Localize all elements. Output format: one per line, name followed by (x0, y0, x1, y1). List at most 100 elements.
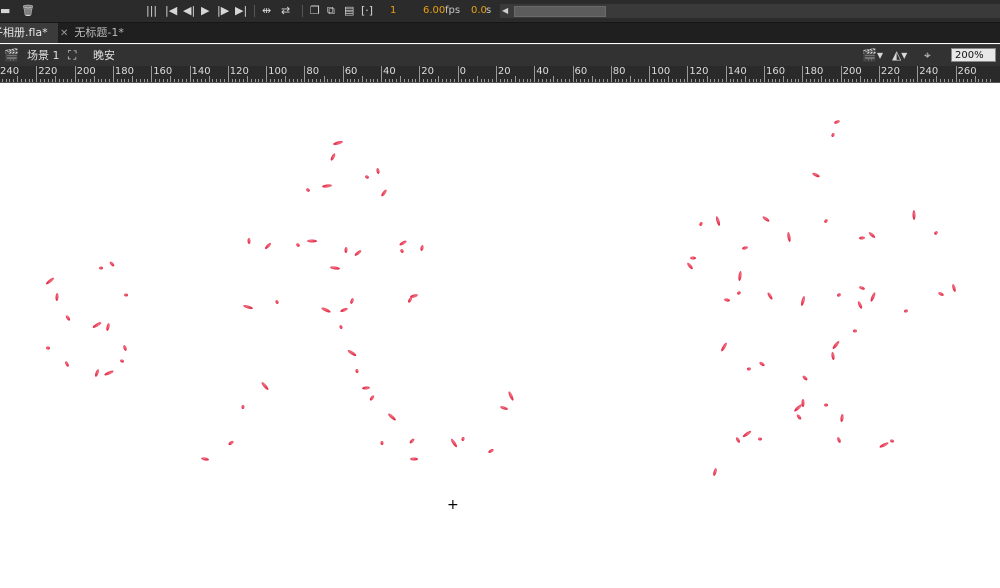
petal (802, 375, 808, 381)
first-frame-icon[interactable]: |◀ (165, 0, 177, 22)
edit-scene-icon[interactable]: 🎬▾ (862, 45, 883, 66)
ruler-tick (829, 79, 831, 82)
petal (399, 240, 407, 246)
center-stage-icon[interactable]: ⌖ (924, 45, 931, 66)
edit-multiple-frames-icon[interactable]: ▤ (344, 0, 354, 22)
ruler-tick (951, 79, 953, 82)
folder-icon[interactable]: ▬ (0, 0, 10, 22)
ruler-tick (155, 79, 157, 82)
petal (767, 292, 773, 300)
ruler-tick (381, 66, 382, 82)
ruler-tick (9, 79, 11, 82)
close-icon[interactable]: ✕ (60, 28, 68, 39)
petal (247, 238, 251, 244)
stage-canvas[interactable]: + (0, 83, 1000, 588)
ruler-tick (361, 76, 363, 82)
ruler-tick (143, 79, 145, 82)
ruler-tick (848, 79, 850, 82)
petal (868, 232, 876, 238)
ruler-tick (197, 79, 199, 82)
petal (912, 210, 916, 220)
petal (715, 216, 721, 226)
petal (812, 172, 820, 178)
ruler-tick (174, 79, 176, 82)
ruler-tick (36, 66, 38, 82)
ruler-tick (890, 79, 892, 82)
ruler-tick (672, 79, 674, 82)
ruler-tick (825, 79, 827, 82)
zoom-select[interactable]: 200% (951, 48, 996, 62)
petal (46, 277, 54, 285)
petal (500, 406, 508, 410)
timeline-scrollbar[interactable]: ◀ (500, 4, 1000, 18)
ruler-tick (246, 76, 248, 82)
petal (321, 307, 331, 313)
playhead-grip-icon[interactable]: ||| (146, 0, 157, 22)
ruler-tick (223, 79, 225, 82)
ruler-tick (553, 76, 555, 82)
ruler-tick (484, 79, 486, 82)
ruler-tick (346, 79, 348, 82)
scroll-left-icon[interactable]: ◀ (502, 4, 508, 18)
trash-icon[interactable]: 🗑 (21, 0, 35, 22)
ruler-tick (465, 79, 467, 82)
ruler-tick (982, 79, 984, 82)
ruler-tick (158, 79, 160, 82)
scene-name[interactable]: 场景 1 (27, 45, 60, 66)
ruler-tick (813, 79, 815, 82)
petal (388, 413, 396, 421)
ruler-tick (20, 79, 22, 82)
onion-outline-icon[interactable]: ⧉ (327, 0, 335, 22)
ruler-tick (285, 76, 287, 82)
petal (890, 439, 894, 443)
ruler-tick (561, 79, 562, 82)
ruler-tick (944, 79, 945, 82)
petal (376, 168, 380, 174)
ruler-tick (396, 79, 398, 82)
ruler-tick (622, 79, 624, 82)
modify-markers-icon[interactable]: [·] (361, 0, 373, 22)
petal (362, 386, 370, 390)
ruler-tick (637, 79, 639, 82)
ruler-tick (898, 76, 900, 82)
frame-rate-unit: fps (445, 5, 461, 16)
tab-untitled-1[interactable]: ✕ 无标题-1* (60, 23, 140, 43)
last-frame-icon[interactable]: ▶| (235, 0, 247, 22)
scrollbar-thumb[interactable] (514, 6, 606, 17)
ruler-tick (1, 79, 3, 82)
ruler-tick (28, 79, 30, 82)
symbol-name[interactable]: 晚安 (93, 45, 115, 66)
ruler-tick (239, 79, 241, 82)
ruler-tick (649, 66, 651, 82)
petal (306, 188, 310, 192)
petal (853, 329, 857, 333)
petal (243, 304, 253, 310)
petal (350, 298, 354, 304)
ruler-tick (618, 79, 620, 82)
ruler-tick (580, 79, 582, 82)
ruler-tick (675, 79, 677, 82)
loop-icon[interactable]: ⇄ (281, 0, 290, 22)
ruler-tick (794, 79, 796, 82)
frame-rate-value[interactable]: 6.00 (423, 0, 445, 22)
tab-album-fla[interactable]: 子相册.fla* (0, 23, 58, 43)
ruler-tick (955, 66, 957, 82)
onion-skin-icon[interactable]: ❐ (310, 0, 320, 22)
step-back-icon[interactable]: ◀| (183, 0, 195, 22)
ruler-tick (358, 79, 360, 82)
play-icon[interactable]: ▶ (201, 0, 209, 22)
edit-symbol-icon[interactable]: ◭▾ (892, 45, 907, 66)
ruler-tick (595, 79, 597, 82)
ruler-label: 20 (497, 66, 511, 77)
center-frame-icon[interactable]: ⇹ (262, 0, 271, 22)
current-frame: 1 (390, 5, 397, 16)
ruler-tick (947, 79, 949, 82)
step-forward-icon[interactable]: |▶ (217, 0, 229, 22)
ruler-tick (633, 79, 635, 82)
toolbar-divider (254, 5, 255, 17)
ruler-tick (932, 79, 934, 82)
ruler-tick (660, 79, 662, 82)
ruler-tick (93, 76, 95, 82)
ruler-tick (476, 76, 478, 82)
ruler-tick (748, 79, 750, 82)
